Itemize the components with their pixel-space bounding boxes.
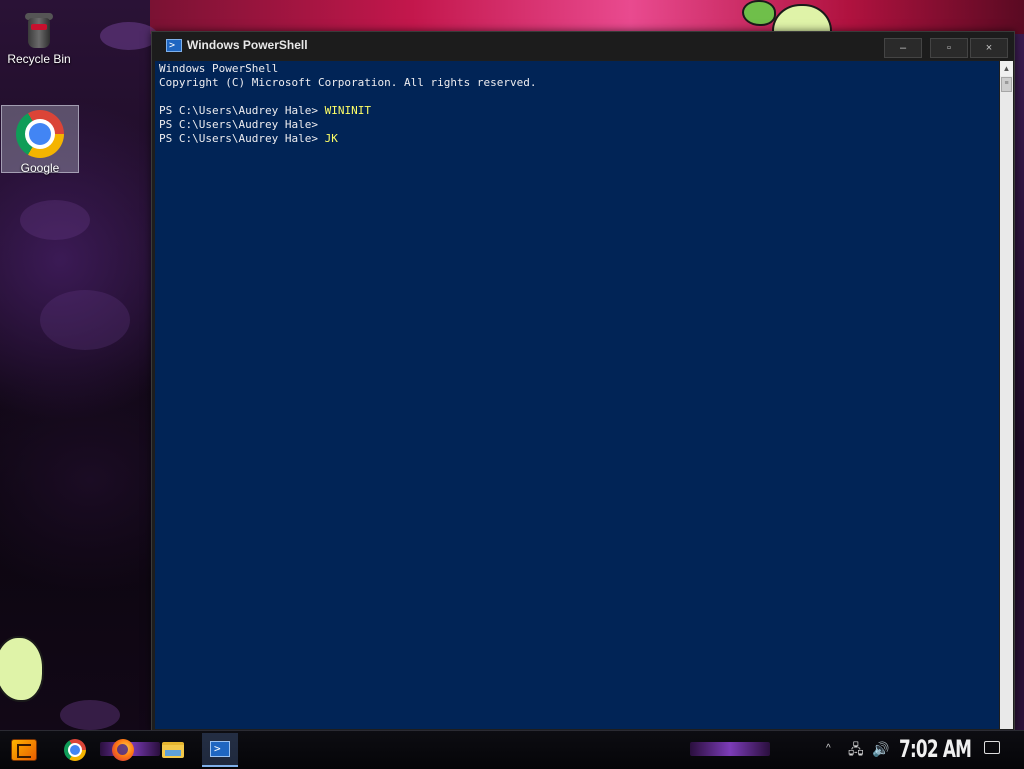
file-explorer-icon xyxy=(162,742,184,758)
console-prompt-line: PS C:\Users\Audrey Hale> WININIT xyxy=(159,104,999,118)
window-titlebar[interactable]: > Windows PowerShell – ▫ × xyxy=(152,32,1014,60)
volume-icon[interactable]: 🔊 xyxy=(872,741,889,757)
wallpaper-splash xyxy=(100,22,158,50)
console-prompt: PS C:\Users\Audrey Hale> xyxy=(159,132,325,145)
action-center-icon[interactable] xyxy=(984,741,1000,754)
console-prompt-line: PS C:\Users\Audrey Hale> JK xyxy=(159,132,999,146)
powershell-icon: > xyxy=(210,741,230,757)
powershell-window[interactable]: > Windows PowerShell – ▫ × Windows Power… xyxy=(151,31,1015,732)
close-button[interactable]: × xyxy=(970,38,1008,58)
console-prompt-line: PS C:\Users\Audrey Hale> xyxy=(159,118,999,132)
console-prompt: PS C:\Users\Audrey Hale> xyxy=(159,104,325,117)
console-command: JK xyxy=(324,132,338,145)
taskbar: > ^ 🖧 🔊 7:02 AM xyxy=(0,730,1024,769)
wallpaper-splash xyxy=(40,290,130,350)
desktop-icon-label: Recycle Bin xyxy=(7,52,71,66)
taskbar-app-chrome[interactable] xyxy=(57,733,93,767)
console-output[interactable]: Windows PowerShell Copyright (C) Microsof… xyxy=(155,61,999,729)
taskbar-clock[interactable]: 7:02 AM xyxy=(899,735,972,763)
scroll-up-arrow-icon[interactable]: ▲ xyxy=(1000,61,1013,76)
taskbar-app-powershell[interactable]: > xyxy=(202,733,238,767)
show-hidden-icons-chevron-icon[interactable]: ^ xyxy=(826,741,831,757)
console-banner-line: Windows PowerShell xyxy=(159,62,279,75)
minimize-button[interactable]: – xyxy=(884,38,922,58)
wallpaper-splash xyxy=(20,200,90,240)
recycle-bin-icon xyxy=(22,10,56,50)
desktop-icon-google-chrome[interactable]: Google xyxy=(1,105,79,175)
scrollbar-thumb[interactable]: ≡ xyxy=(1001,77,1012,92)
wallpaper-character xyxy=(0,636,44,702)
console-banner-line: Copyright (C) Microsoft Corporation. All… xyxy=(159,76,537,89)
wallpaper-splash xyxy=(60,700,120,730)
console-command: WININIT xyxy=(324,104,371,117)
console-prompt: PS C:\Users\Audrey Hale> xyxy=(159,118,325,131)
start-icon xyxy=(11,739,37,761)
powershell-icon: > xyxy=(166,39,182,52)
taskbar-decoration xyxy=(690,742,770,756)
firefox-icon xyxy=(112,739,134,761)
desktop-icon-recycle-bin[interactable]: Recycle Bin xyxy=(1,6,77,74)
start-button[interactable] xyxy=(6,733,42,767)
wallpaper-character xyxy=(742,0,776,26)
network-icon[interactable]: 🖧 xyxy=(848,741,864,757)
vertical-scrollbar[interactable]: ▲ ≡ xyxy=(1000,61,1013,729)
wallpaper-top-band xyxy=(150,0,1024,34)
chrome-icon xyxy=(64,739,86,761)
chrome-icon xyxy=(16,110,64,158)
taskbar-app-file-explorer[interactable] xyxy=(155,733,191,767)
window-title: Windows PowerShell xyxy=(187,38,308,52)
maximize-button[interactable]: ▫ xyxy=(930,38,968,58)
desktop-icon-label: Google xyxy=(20,161,60,175)
taskbar-app-firefox[interactable] xyxy=(105,733,141,767)
